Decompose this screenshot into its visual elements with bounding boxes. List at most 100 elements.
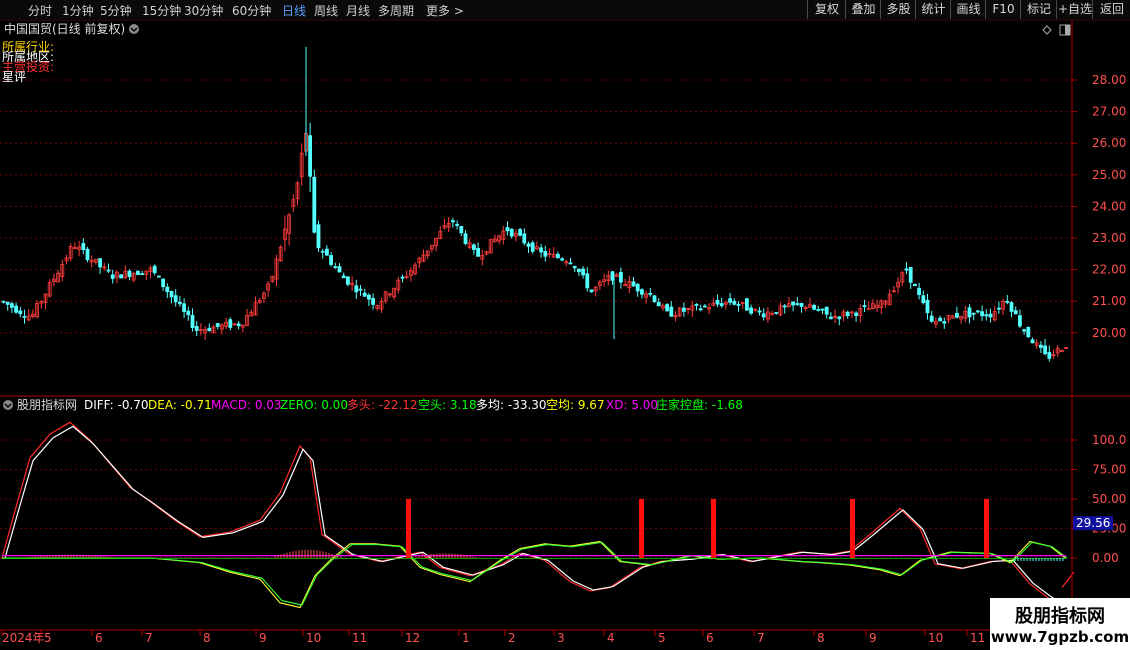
indicator-value-9: 庄家控盘: -1.68 [656,397,743,412]
candlestick-series [1,46,1068,362]
period-tab-4[interactable]: 30分钟 [184,2,223,19]
candle-body [904,268,909,271]
candle-body [862,305,867,308]
toolbar-button-3[interactable]: 统计 [915,0,951,19]
period-tab-2[interactable]: 5分钟 [100,2,132,19]
indicator-value-1: DEA: -0.71 [148,398,212,412]
candle-body [921,295,926,304]
candle-body [543,251,548,257]
chart-title: 中国国贸(日线 前复权) [4,21,125,36]
candle-body [656,302,661,307]
candle-body [942,321,947,324]
toolbar-button-8[interactable]: 返回 [1092,0,1130,19]
candle-body [236,323,241,327]
candle-body [371,298,376,305]
candle-body [703,305,707,308]
candle-body [698,308,703,311]
chart-area[interactable]: 28.00 27.00 26.00 25.00 24.00 23.00 22.00 21.00… [0,20,1130,650]
candle-body [955,312,959,318]
toolbar-button-1[interactable]: 叠加 [845,0,881,19]
toolbar-button-0[interactable]: 复权 [807,0,846,19]
candle-body [719,303,724,307]
candle-body [1043,345,1047,355]
candle-body [619,271,623,283]
indicator-series [1,421,1075,609]
indicator-name: 股朋指标网 [17,397,77,412]
candle-body [476,248,481,257]
candle-body [186,310,191,316]
indicator-tick-label: 50.00 [1092,492,1126,506]
candle-body [791,301,795,306]
period-tab-6[interactable]: 日线 [282,2,306,19]
date-tick-label: 7 [757,631,765,645]
date-tick-label: 10 [306,631,321,645]
candle-body [358,288,363,291]
toolbar-button-4[interactable]: 画线 [950,0,986,19]
price-tick-label: 27.00 [1092,105,1126,119]
candle-body [509,228,514,237]
period-tab-1[interactable]: 1分钟 [62,2,94,19]
candle-body [694,303,699,306]
candle-body [782,305,787,308]
candle-body [568,262,573,265]
date-tick-label: 11 [970,631,985,645]
candle-body [362,292,367,297]
date-tick-label: 9 [869,631,877,645]
period-tab-0[interactable]: 分时 [28,2,52,19]
toolbar-button-5[interactable]: F10 [985,0,1021,19]
candle-body [505,227,510,232]
date-tick-label: 6 [706,631,714,645]
period-tab-8[interactable]: 月线 [346,2,370,19]
toolbar-button-2[interactable]: 多股 [880,0,916,19]
date-tick-label: 2 [508,631,516,645]
diff-line [4,425,1069,603]
candle-body [345,276,350,285]
candle-body [1047,352,1052,359]
period-tab-10[interactable]: 更多 > [426,2,464,19]
candle-body [463,233,468,244]
candle-body [207,327,212,331]
date-tick-label: 1 [462,631,470,645]
watermark: 股朋指标网 www.7gpzb.com [990,598,1130,650]
price-tick-label: 25.00 [1092,168,1126,182]
title-dropdown-icon[interactable] [129,24,139,34]
candle-body [728,298,732,303]
period-tab-9[interactable]: 多周期 [378,2,414,19]
candle-body [652,295,657,303]
period-tab-7[interactable]: 周线 [314,2,338,19]
candle-body [161,278,166,288]
candle-body [228,319,233,328]
candle-body [182,303,187,312]
toolbar-button-7[interactable]: +自选 [1056,0,1093,19]
candle-body [106,269,111,272]
candle-body [585,273,590,289]
toolbar-button-6[interactable]: 标记 [1020,0,1057,19]
candle-body [988,313,993,318]
candle-body [518,229,522,236]
indicator-value-0: DIFF: -0.70 [84,398,149,412]
price-tick-label: 26.00 [1092,136,1126,150]
period-tab-5[interactable]: 60分钟 [232,2,271,19]
candle-body [556,253,560,259]
watermark-title: 股朋指标网 [1015,606,1105,627]
indicator-value-4: 多头: -22.12 [347,398,418,412]
diamond-icon[interactable] [1042,25,1052,35]
candle-body [14,305,19,313]
candle-body [757,310,762,313]
date-tick-label: 8 [203,631,211,645]
indicator-value-2: MACD: 0.03 [211,398,282,412]
price-tick-label: 23.00 [1092,231,1126,245]
indicator-dropdown-icon[interactable] [3,400,13,410]
candle-body [854,312,858,317]
candle-body [913,283,917,287]
candle-body [761,313,766,318]
candle-body [1018,315,1022,327]
candle-body [736,304,741,306]
candle-body [635,283,640,292]
info-line-3: 星评 [2,70,26,84]
candle-body [333,266,338,268]
candle-body [9,303,14,308]
candle-body [997,307,1001,310]
period-tab-3[interactable]: 15分钟 [142,2,181,19]
candle-body [459,226,464,234]
